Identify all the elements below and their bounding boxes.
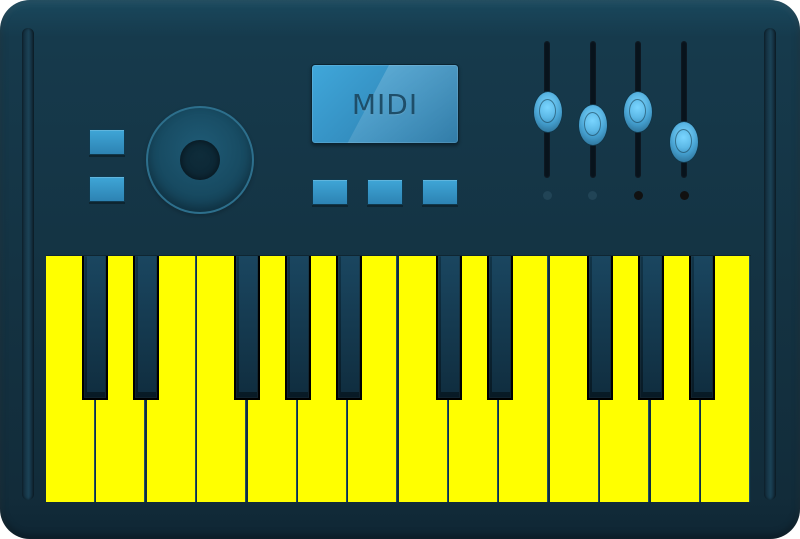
black-key[interactable] [689,256,715,400]
black-key[interactable] [285,256,311,400]
fader-knob-4[interactable] [669,121,699,163]
fader-led-3 [634,191,643,200]
midi-display: MIDI [311,64,459,144]
black-key[interactable] [336,256,362,400]
black-key[interactable] [436,256,462,400]
black-key[interactable] [587,256,613,400]
left-top-button[interactable] [89,129,125,155]
jog-wheel[interactable] [146,106,254,214]
fader-led-2 [588,191,597,200]
display-button-3[interactable] [422,179,458,205]
fader-led-1 [543,191,552,200]
fader-led-4 [680,191,689,200]
black-key[interactable] [638,256,664,400]
display-button-2[interactable] [367,179,403,205]
black-key[interactable] [234,256,260,400]
fader-knob-2[interactable] [578,104,608,146]
left-bottom-button[interactable] [89,176,125,202]
left-side-rail [22,28,34,500]
fader-knob-1[interactable] [533,91,563,133]
black-key[interactable] [82,256,108,400]
jog-wheel-center [180,140,220,180]
fader-knob-3[interactable] [623,91,653,133]
keyboard-illustration: MIDI [0,0,800,539]
black-key[interactable] [487,256,513,400]
keyboard-keybed [46,256,751,502]
midi-controller-body: MIDI [0,0,800,539]
display-button-1[interactable] [312,179,348,205]
midi-display-text: MIDI [351,88,419,121]
black-key[interactable] [133,256,159,400]
right-side-rail [764,28,776,500]
